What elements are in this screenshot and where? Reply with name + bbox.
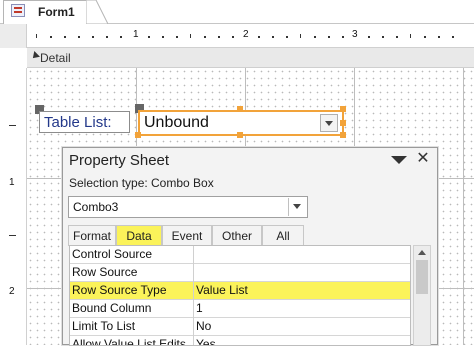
ruler-number: 2: [243, 29, 249, 40]
size-handle[interactable]: [340, 106, 346, 112]
scroll-thumb[interactable]: [416, 260, 428, 294]
property-grid: Control Source Row Source Row Source Typ…: [69, 245, 411, 346]
size-handle[interactable]: [340, 132, 346, 138]
detail-section-header[interactable]: Detail: [27, 48, 474, 68]
property-row-highlighted[interactable]: Row Source Type Value List: [70, 282, 410, 300]
property-name: Bound Column: [72, 301, 152, 315]
chevron-down-icon: [293, 204, 301, 209]
size-handle[interactable]: [135, 132, 141, 138]
size-handle[interactable]: [237, 132, 243, 138]
property-value[interactable]: 1: [196, 301, 203, 315]
selection-type-value: Combo Box: [151, 176, 214, 190]
chevron-down-icon: [325, 121, 333, 126]
property-name: Row Source: [72, 265, 138, 279]
section-label: Detail: [40, 51, 71, 65]
property-name: Limit To List: [72, 319, 136, 333]
selection-type-label: Selection type:: [69, 176, 148, 190]
property-row[interactable]: Bound Column 1: [70, 300, 410, 318]
property-sheet-panel: Property Sheet ✕ Selection type: Combo B…: [62, 147, 438, 346]
close-icon[interactable]: ✕: [415, 150, 431, 168]
tab-all[interactable]: All: [262, 225, 304, 246]
property-sheet-title: Property Sheet: [69, 152, 170, 169]
section-expand-icon: [30, 51, 40, 61]
tab-format[interactable]: Format: [68, 225, 116, 246]
tab-edge: [86, 0, 108, 24]
property-row[interactable]: Control Source: [70, 246, 410, 264]
ruler-number: 1: [133, 29, 139, 40]
property-row[interactable]: Limit To List No: [70, 318, 410, 336]
ruler-number: 2: [9, 286, 15, 297]
table-list-label[interactable]: Table List:: [39, 111, 130, 133]
form-tab-label: Form1: [38, 5, 75, 19]
object-dropdown-button[interactable]: [288, 198, 306, 216]
combo-dropdown-button[interactable]: [320, 114, 338, 132]
tab-other[interactable]: Other: [212, 225, 262, 246]
tab-data[interactable]: Data: [116, 225, 162, 246]
object-selector-value: Combo3: [73, 200, 119, 214]
property-value[interactable]: Value List: [196, 283, 248, 297]
property-value[interactable]: No: [196, 319, 211, 333]
tab-event[interactable]: Event: [162, 225, 212, 246]
form-document-tab[interactable]: Form1: [3, 0, 87, 24]
panel-menu-icon[interactable]: [391, 156, 407, 164]
size-handle[interactable]: [237, 106, 243, 112]
horizontal-ruler: 1 2 3: [0, 24, 474, 48]
vertical-ruler: 1 2: [0, 68, 27, 345]
ruler-corner[interactable]: [0, 24, 27, 48]
ruler-number: 1: [9, 177, 15, 188]
table-list-label-text: Table List:: [44, 114, 112, 131]
combo-box-value: Unbound: [144, 114, 209, 131]
object-selector[interactable]: Combo3: [68, 196, 308, 218]
property-name: Control Source: [72, 247, 153, 261]
property-name: Row Source Type: [72, 283, 167, 297]
property-row[interactable]: Row Source: [70, 264, 410, 282]
form-icon: [11, 4, 25, 17]
ruler-number: 3: [352, 29, 358, 40]
column-divider[interactable]: [193, 246, 194, 345]
scroll-up-icon[interactable]: [418, 250, 426, 255]
size-handle[interactable]: [340, 120, 346, 126]
property-grid-scrollbar[interactable]: [413, 245, 431, 346]
